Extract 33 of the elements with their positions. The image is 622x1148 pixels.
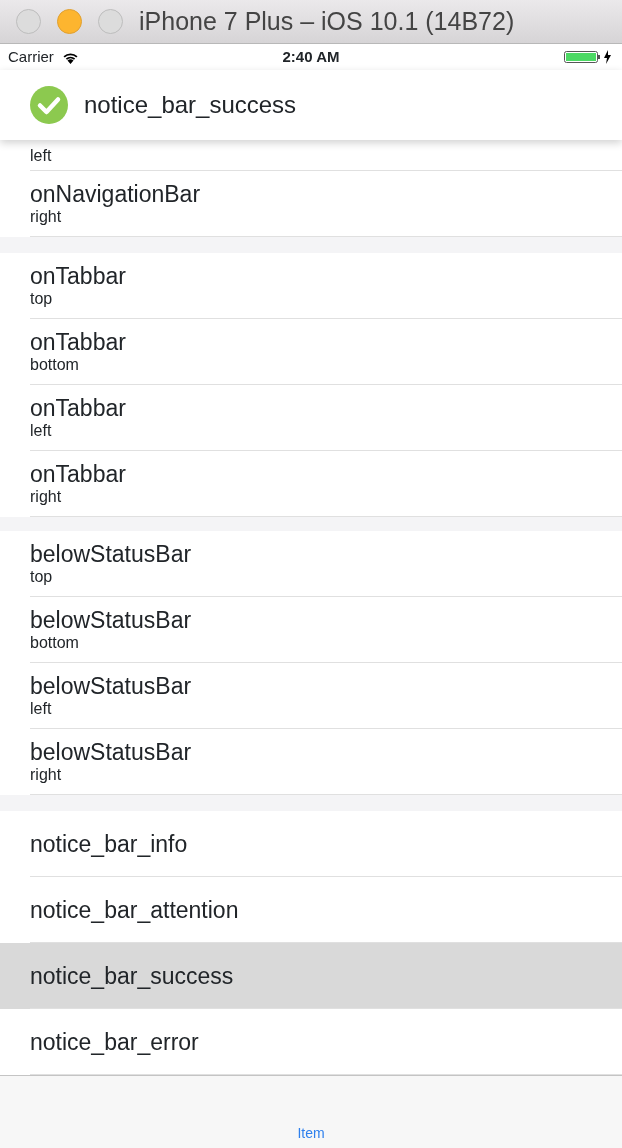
tab-item[interactable]: Item xyxy=(297,1123,325,1144)
status-time: 2:40 AM xyxy=(282,46,340,67)
row-title: onTabbar xyxy=(30,329,127,355)
row-subtitle: right xyxy=(30,487,63,506)
carrier-label: Carrier xyxy=(8,46,54,67)
row-title: notice_bar_success xyxy=(30,962,235,989)
row-title: notice_bar_info xyxy=(30,830,189,857)
battery-icon xyxy=(564,50,614,64)
minimize-button[interactable] xyxy=(57,9,82,34)
row-title: onTabbar xyxy=(30,461,127,487)
zoom-button[interactable] xyxy=(98,9,123,34)
close-button[interactable] xyxy=(16,9,41,34)
row-subtitle: bottom xyxy=(30,355,80,374)
notice-title: notice_bar_success xyxy=(84,90,297,120)
row-subtitle: top xyxy=(30,289,54,308)
row-title: onNavigationBar xyxy=(30,181,202,207)
checkmark-icon xyxy=(30,86,68,124)
row-subtitle: top xyxy=(30,567,54,586)
row-subtitle: bottom xyxy=(30,633,80,652)
row-subtitle: left xyxy=(30,421,53,440)
row-title: belowStatusBar xyxy=(30,541,193,567)
row-subtitle: right xyxy=(30,207,63,226)
row-title: belowStatusBar xyxy=(30,607,193,633)
row-title: notice_bar_error xyxy=(30,1028,200,1055)
row-subtitle: left xyxy=(30,145,53,165)
window-title: iPhone 7 Plus – iOS 10.1 (14B72) xyxy=(139,5,515,37)
row-title: onTabbar xyxy=(30,263,127,289)
row-title: notice_bar_attention xyxy=(30,896,240,923)
row-subtitle: right xyxy=(30,765,63,784)
row-title: onTabbar xyxy=(30,395,127,421)
row-subtitle: left xyxy=(30,699,53,718)
row-title: belowStatusBar xyxy=(30,739,193,765)
row-title: belowStatusBar xyxy=(30,673,193,699)
